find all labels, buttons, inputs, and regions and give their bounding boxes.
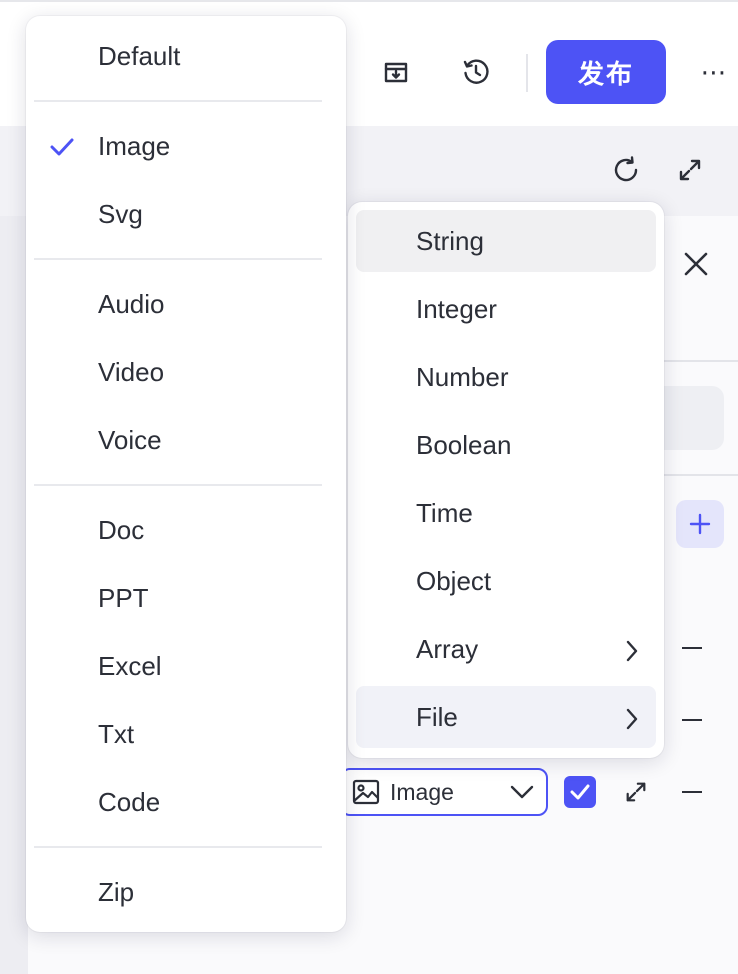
chevron-right-icon [626,638,638,669]
menu-item-label: Image [98,130,171,161]
remove-row-icon[interactable] [682,719,702,721]
menu-item-zip[interactable]: Zip [34,861,338,923]
menu-item-code[interactable]: Code [34,771,338,833]
remove-row-icon[interactable] [682,791,702,793]
menu-item-integer[interactable]: Integer [356,278,656,340]
menu-item-label: Array [416,633,479,664]
menu-item-array[interactable]: Array [356,618,656,680]
more-options-button[interactable]: ⋯ [696,54,732,90]
data-type-menu: String Integer Number Boolean Time Objec… [348,202,664,758]
menu-item-time[interactable]: Time [356,482,656,544]
menu-item-audio[interactable]: Audio [34,273,338,335]
menu-item-label: Boolean [416,429,512,460]
menu-item-label: Doc [98,514,145,545]
menu-item-label: PPT [98,582,149,613]
menu-item-excel[interactable]: Excel [34,635,338,697]
menu-item-label: Video [98,356,165,387]
param-type-value: Image [390,778,454,805]
menu-item-label: Integer [416,293,497,324]
menu-item-svg[interactable]: Svg [34,183,338,245]
left-canvas-strip [0,216,28,974]
menu-separator [34,258,322,260]
menu-item-ppt[interactable]: PPT [34,567,338,629]
chevron-down-icon [510,785,534,799]
param-type-select[interactable]: Image [340,768,548,816]
close-icon[interactable] [680,248,712,280]
archive-download-icon[interactable] [380,56,412,88]
menu-item-label: Zip [98,876,135,907]
menu-item-txt[interactable]: Txt [34,703,338,765]
menu-item-doc[interactable]: Doc [34,499,338,561]
required-checkbox[interactable] [564,776,596,808]
menu-item-label: Number [416,361,509,392]
image-icon [352,779,380,805]
menu-item-object[interactable]: Object [356,550,656,612]
refresh-icon[interactable] [608,152,644,188]
expand-icon[interactable] [620,776,652,808]
menu-item-number[interactable]: Number [356,346,656,408]
menu-item-label: File [416,701,458,732]
file-type-submenu: Default Image Svg Audio Video Voice Doc … [26,16,346,932]
history-icon[interactable] [460,56,492,88]
expand-icon[interactable] [672,152,708,188]
remove-row-icon[interactable] [682,647,702,649]
menu-item-label: Svg [98,198,143,229]
menu-item-label: Audio [98,288,165,319]
menu-item-label: Default [98,40,181,71]
menu-item-image[interactable]: Image [34,115,338,177]
menu-separator [34,484,322,486]
checkmark-icon [50,133,74,164]
menu-item-label: Excel [98,650,162,681]
menu-item-label: Object [416,565,492,596]
menu-item-file[interactable]: File [356,686,656,748]
menu-item-label: String [416,225,484,256]
menu-item-label: Voice [98,424,162,455]
menu-separator [34,100,322,102]
add-parameter-button[interactable] [676,500,724,548]
menu-item-label: Txt [98,718,135,749]
menu-item-voice[interactable]: Voice [34,409,338,471]
menu-item-label: Code [98,786,161,817]
menu-item-string[interactable]: String [356,210,656,272]
toolbar-divider [526,54,528,92]
chevron-right-icon [626,706,638,737]
menu-item-default[interactable]: Default [34,25,338,87]
menu-item-label: Time [416,497,473,528]
menu-separator [34,846,322,848]
menu-item-boolean[interactable]: Boolean [356,414,656,476]
publish-button[interactable]: 发布 [546,40,666,104]
menu-item-video[interactable]: Video [34,341,338,403]
